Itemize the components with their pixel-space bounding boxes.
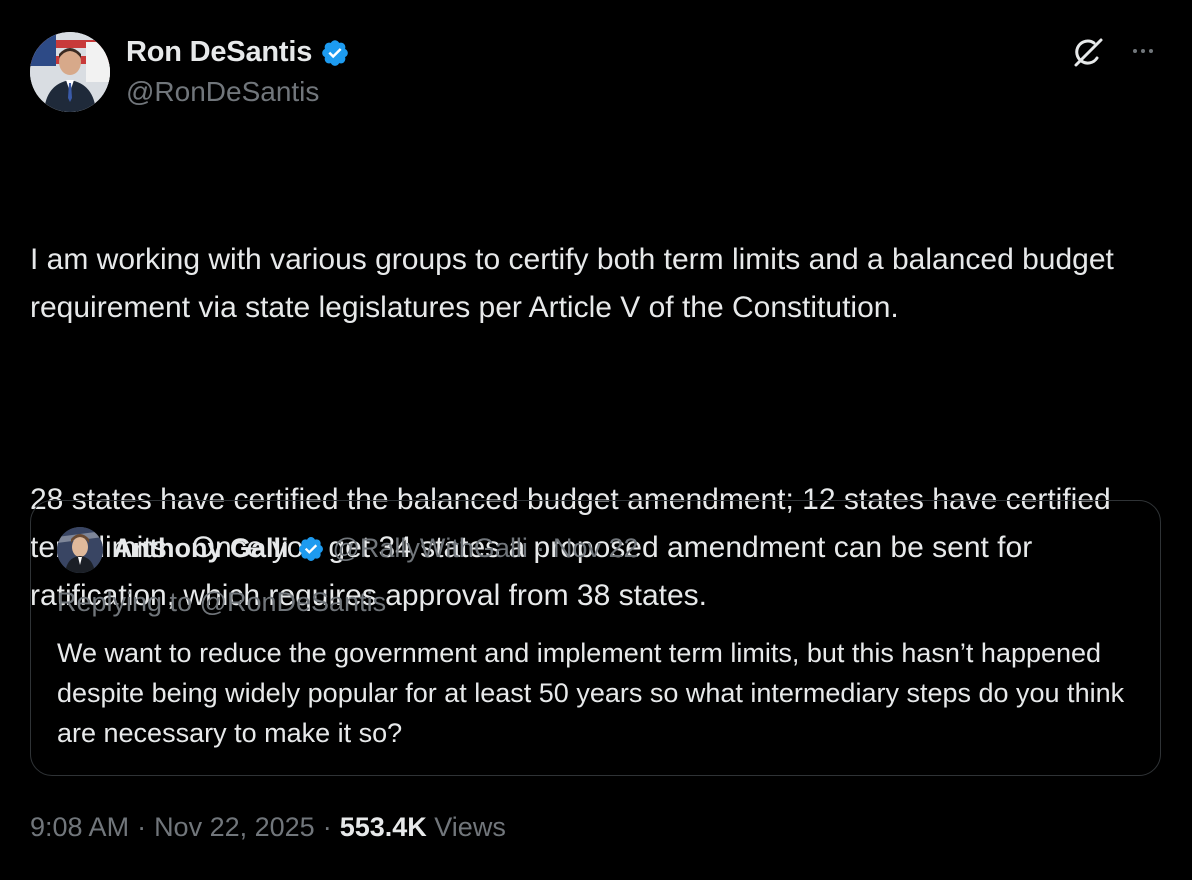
more-dot [1149, 49, 1153, 53]
avatar-image [30, 32, 110, 112]
views-stat[interactable]: 553.4K Views [340, 812, 506, 843]
quoted-date[interactable]: Nov 22 [553, 533, 639, 564]
author-handle[interactable]: @RonDeSantis [126, 76, 319, 108]
quoted-handle[interactable]: @RallyWithGalli [333, 533, 528, 564]
quoted-post-text: We want to reduce the government and imp… [57, 638, 1125, 748]
quoted-avatar-image [57, 527, 103, 573]
post-date[interactable]: Nov 22, 2025 [154, 812, 315, 843]
separator-dot: · [137, 812, 147, 842]
views-label: Views [434, 812, 506, 842]
author-name-row: Ron DeSantis [126, 36, 350, 69]
quoted-display-name[interactable]: Anthony Galli [113, 533, 289, 564]
tweet-meta: 9:08 AM · Nov 22, 2025 · 553.4K Views [30, 812, 506, 843]
tweet-paragraph: I am working with various groups to cert… [30, 243, 1123, 324]
more-dot [1133, 49, 1137, 53]
quoted-post-card[interactable]: Anthony Galli @RallyWithGalli · Nov 22 R… [30, 500, 1161, 776]
replying-to-label: Replying to @RonDeSantis [57, 587, 387, 617]
more-options-icon[interactable] [1126, 36, 1160, 66]
more-dot [1141, 49, 1145, 53]
separator-dot: · [535, 533, 545, 563]
quoted-author-row: Anthony Galli @RallyWithGalli · Nov 22 [113, 533, 639, 564]
author-display-name[interactable]: Ron DeSantis [126, 36, 312, 69]
verified-badge-icon[interactable] [297, 535, 325, 563]
separator-dot: · [322, 812, 332, 842]
tweet-detail: Ron DeSantis @RonDeSantis I am working w… [0, 0, 1192, 880]
post-time[interactable]: 9:08 AM [30, 812, 129, 843]
views-count: 553.4K [339, 812, 427, 842]
quoted-author-avatar[interactable] [57, 527, 103, 573]
grok-icon[interactable] [1070, 34, 1106, 70]
verified-badge-icon[interactable] [320, 38, 350, 68]
author-avatar[interactable] [30, 32, 110, 112]
